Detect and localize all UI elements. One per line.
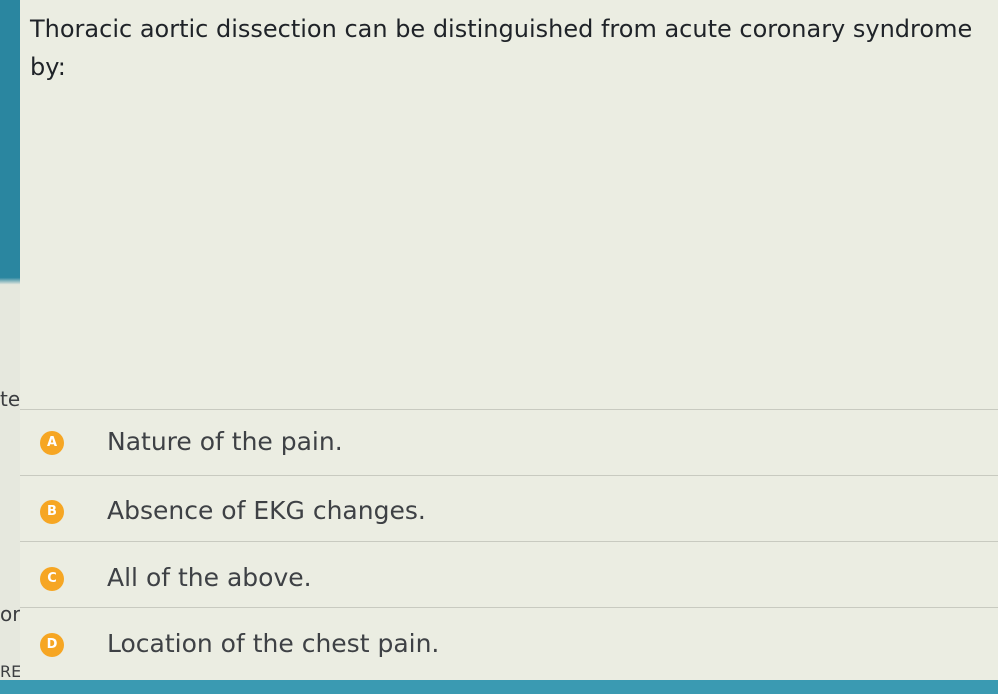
option-c[interactable]: C All of the above. [20,541,998,606]
option-d-label: Location of the chest pain. [107,629,440,658]
option-a[interactable]: A Nature of the pain. [20,409,998,474]
option-d[interactable]: D Location of the chest pain. [20,607,998,672]
option-b[interactable]: B Absence of EKG changes. [20,475,998,540]
option-a-badge: A [40,431,64,455]
option-a-label: Nature of the pain. [107,427,343,456]
background-text-fragment: RE [0,662,22,681]
background-text-fragment: te [0,387,21,411]
bottom-bar [0,680,998,694]
option-c-label: All of the above. [107,563,312,592]
option-b-label: Absence of EKG changes. [107,496,426,525]
background-text-fragment: or [0,602,21,626]
option-c-badge: C [40,567,64,591]
option-d-badge: D [40,633,64,657]
option-b-badge: B [40,500,64,524]
question-text: Thoracic aortic dissection can be distin… [30,15,973,81]
